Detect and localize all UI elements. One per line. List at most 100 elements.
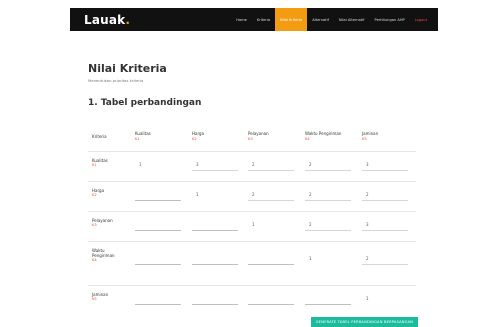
nav-item-nilai-alternatif[interactable]: Nilai Alternatif [334, 8, 370, 31]
nav-item-nilai-kriteria[interactable]: Nilai Kriteria [275, 8, 308, 31]
comparison-input: 1 [305, 242, 351, 286]
input-underline [135, 200, 181, 201]
comparison-input: 1 [135, 152, 181, 182]
column-header-name: Harga [192, 131, 205, 136]
comparison-table: Kriteria Kualitas K1 Harga K2 Pelayanan K3 Wakt… [88, 122, 416, 315]
comparison-value: 1 [139, 162, 142, 167]
column-header-code: K3 [248, 137, 253, 141]
row-name: Waktu Pengiriman [92, 248, 115, 259]
comparison-value: 1 [309, 256, 312, 261]
comparison-input[interactable]: 3 [192, 152, 238, 182]
comparison-input [192, 212, 238, 242]
input-underline [248, 170, 294, 171]
comparison-input[interactable]: 3 [362, 152, 408, 182]
brand-text: Lauak [84, 12, 126, 27]
input-underline [305, 304, 351, 305]
row-label: Jaminan K5 [92, 292, 108, 302]
comparison-value: 3 [366, 162, 369, 167]
comparison-input [248, 242, 294, 286]
input-underline [192, 230, 238, 231]
comparison-input [135, 242, 181, 286]
comparison-input [135, 286, 181, 316]
table-row: Waktu Pengiriman K4 1 2 [88, 241, 416, 285]
generate-table-button[interactable]: GENERATE TABEL PERBANDINGAN BERPASANGAN [311, 317, 418, 327]
row-code: K1 [92, 163, 97, 168]
comparison-input[interactable]: 2 [305, 182, 351, 212]
column-header-name: Jaminan [362, 131, 379, 136]
row-code: K4 [92, 258, 97, 263]
row-label: Harga K2 [92, 188, 104, 198]
section-title: 1. Tabel perbandingan [88, 98, 202, 108]
comparison-value: 1 [196, 192, 199, 197]
row-code: K2 [92, 193, 97, 198]
page-title: Nilai Kriteria [88, 62, 167, 75]
nav-item-logout[interactable]: Logout [410, 8, 432, 31]
column-header-code: K5 [362, 137, 367, 141]
comparison-value: 3 [366, 222, 369, 227]
brand-logo[interactable]: Lauak. [84, 13, 130, 27]
comparison-value: 3 [196, 162, 199, 167]
comparison-input [305, 286, 351, 316]
input-underline [248, 200, 294, 201]
input-underline [135, 264, 181, 265]
input-underline [135, 230, 181, 231]
column-header-name: Waktu Pengiriman [305, 131, 342, 136]
comparison-value: 2 [252, 192, 255, 197]
comparison-value: 2 [366, 192, 369, 197]
input-underline [305, 230, 351, 231]
comparison-input: 1 [248, 212, 294, 242]
input-underline [192, 170, 238, 171]
comparison-input[interactable]: 2 [362, 242, 408, 286]
input-underline [192, 304, 238, 305]
header-label: Kriteria [92, 134, 107, 139]
page-subtitle: Menentukan prioritas kriteria [88, 78, 144, 83]
comparison-input[interactable]: 2 [362, 182, 408, 212]
column-header-code: K1 [135, 137, 140, 141]
comparison-value: 2 [366, 256, 369, 261]
comparison-input: 1 [192, 182, 238, 212]
nav-menu: Home Kriteria Nilai Kriteria Alternatif … [231, 8, 432, 31]
comparison-value: 2 [309, 222, 312, 227]
comparison-input [135, 212, 181, 242]
top-navbar: Lauak. Home Kriteria Nilai Kriteria Alte… [70, 8, 438, 31]
comparison-input: 1 [362, 286, 408, 316]
comparison-input[interactable]: 2 [248, 182, 294, 212]
input-underline [362, 230, 408, 231]
comparison-input[interactable]: 2 [248, 152, 294, 182]
table-row: Kualitas K1 1 3 2 2 3 [88, 151, 416, 181]
comparison-input [248, 286, 294, 316]
table-row: Pelayanan K3 1 2 3 [88, 211, 416, 241]
input-underline [248, 264, 294, 265]
input-underline [362, 200, 408, 201]
comparison-value: 2 [252, 162, 255, 167]
nav-item-alternatif[interactable]: Alternatif [307, 8, 334, 31]
row-code: K5 [92, 297, 97, 302]
input-underline [362, 264, 408, 265]
table-row: Harga K2 1 2 2 2 [88, 181, 416, 211]
brand-dot: . [125, 12, 131, 27]
comparison-input[interactable]: 3 [362, 212, 408, 242]
comparison-input[interactable]: 2 [305, 212, 351, 242]
comparison-value: 1 [252, 222, 255, 227]
comparison-input [192, 286, 238, 316]
column-header-code: K4 [305, 137, 310, 141]
comparison-value: 1 [366, 296, 369, 301]
input-underline [192, 264, 238, 265]
row-code: K3 [92, 223, 97, 228]
comparison-input [192, 242, 238, 286]
row-label: Waktu Pengiriman K4 [92, 248, 120, 264]
input-underline [305, 170, 351, 171]
comparison-input[interactable]: 2 [305, 152, 351, 182]
comparison-value: 2 [309, 162, 312, 167]
row-label: Kualitas K1 [92, 158, 108, 168]
nav-item-kriteria[interactable]: Kriteria [252, 8, 275, 31]
input-underline [248, 304, 294, 305]
nav-item-home[interactable]: Home [231, 8, 252, 31]
comparison-value: 2 [309, 192, 312, 197]
nav-item-perhitungan-ahp[interactable]: Perhitungan AHP [370, 8, 410, 31]
input-underline [362, 170, 408, 171]
column-header-code: K2 [192, 137, 197, 141]
column-header-name: Kualitas [135, 131, 151, 136]
table-header-row: Kriteria Kualitas K1 Harga K2 Pelayanan K3 Wakt… [88, 122, 416, 151]
comparison-input [135, 182, 181, 212]
